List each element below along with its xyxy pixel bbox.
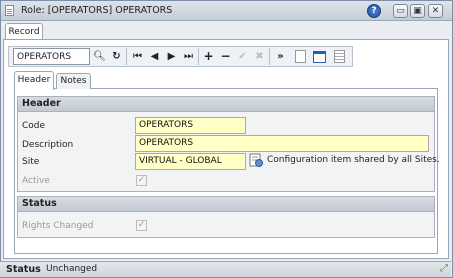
delete-icon[interactable]: − [218, 48, 233, 65]
status-bar: Status Unchanged [0, 261, 451, 277]
first-record-icon[interactable]: ⏮︎ [130, 48, 145, 65]
site-label: Site [22, 157, 40, 167]
description-label: Description [22, 140, 74, 150]
list-icon[interactable] [334, 50, 345, 63]
help-button[interactable]: ? [367, 4, 381, 18]
record-search-input[interactable] [13, 48, 90, 65]
toolbar-divider [198, 48, 199, 65]
resize-grip-icon[interactable]: ⤢ [438, 263, 450, 275]
active-label: Active [22, 176, 50, 186]
document-icon [5, 5, 14, 16]
description-field[interactable]: OPERATORS [135, 135, 429, 152]
toolbar-divider [269, 48, 270, 65]
status-value: Unchanged [46, 264, 98, 274]
toolbar-divider [126, 48, 127, 65]
next-record-icon[interactable]: ▶︎ [164, 48, 179, 65]
cancel-icon[interactable]: ✖ [252, 48, 267, 65]
save-icon[interactable]: ✔ [235, 48, 250, 65]
refresh-icon[interactable]: ↻ [109, 48, 124, 65]
tab-notes[interactable]: Notes [56, 73, 91, 89]
window-icon[interactable] [313, 51, 326, 63]
active-checkbox[interactable]: ✓ [136, 175, 147, 186]
tab-record[interactable]: Record [5, 23, 43, 40]
rights-changed-checkbox[interactable]: ✓ [136, 220, 147, 231]
minimize-button[interactable]: ▭ [393, 4, 408, 18]
blank-page-icon[interactable] [295, 50, 306, 63]
tab-header[interactable]: Header [14, 71, 54, 90]
restore-button[interactable]: ▣ [410, 4, 425, 18]
search-icon[interactable]: 🔍︎ [92, 48, 107, 65]
close-button[interactable]: ✕ [428, 4, 443, 18]
status-section-title: Status [17, 196, 435, 212]
window-title: Role: [OPERATORS] OPERATORS [21, 5, 173, 16]
code-field[interactable]: OPERATORS [135, 117, 246, 134]
last-record-icon[interactable]: ⏭︎ [181, 48, 196, 65]
site-field[interactable]: VIRTUAL - GLOBAL [135, 153, 246, 170]
header-section-title: Header [17, 96, 435, 112]
previous-record-icon[interactable]: ◀︎ [147, 48, 162, 65]
status-label: Status [6, 264, 41, 275]
add-icon[interactable]: + [201, 48, 216, 65]
configuration-icon [249, 153, 263, 167]
title-bar[interactable]: Role: [OPERATORS] OPERATORS ? ▭ ▣ ✕ [1, 1, 452, 21]
site-note: Configuration item shared by all Sites. [267, 155, 440, 165]
code-label: Code [22, 121, 46, 131]
forward-icon[interactable]: » [273, 48, 288, 65]
rights-changed-label: Rights Changed [22, 221, 94, 231]
